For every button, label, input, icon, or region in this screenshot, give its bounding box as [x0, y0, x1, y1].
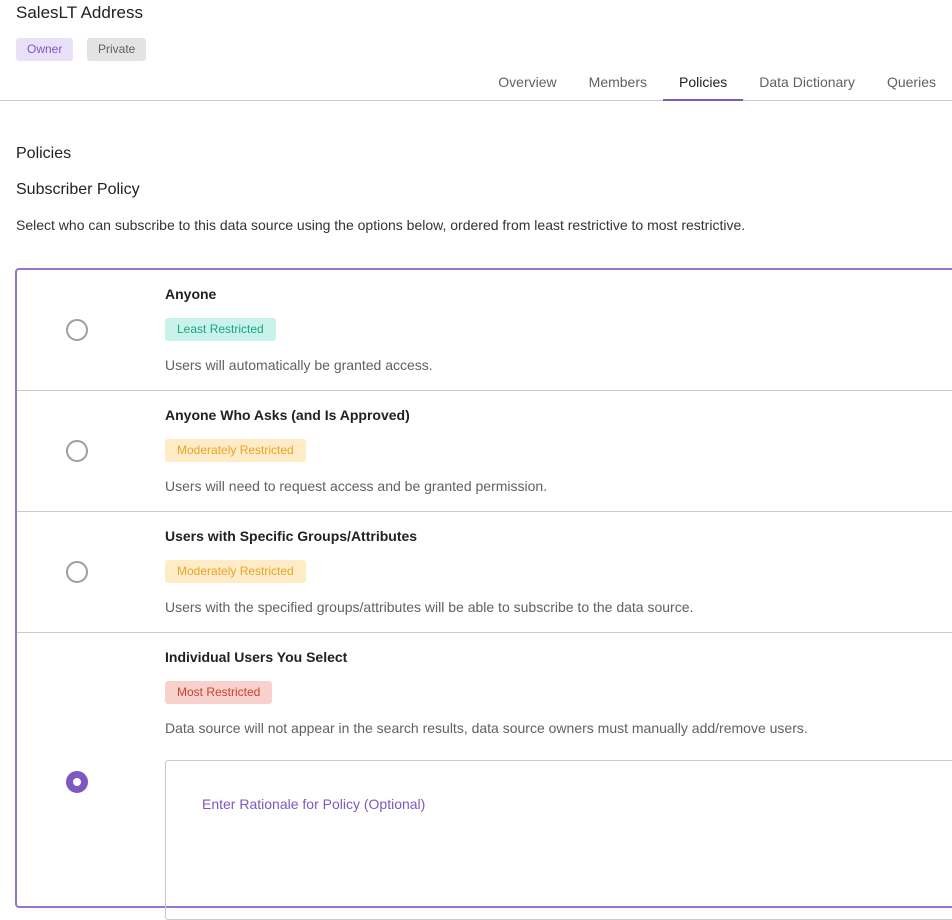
- option-specific-groups[interactable]: Users with Specific Groups/Attributes Mo…: [17, 512, 952, 633]
- private-badge: Private: [87, 38, 147, 61]
- option-title: Users with Specific Groups/Attributes: [165, 528, 418, 544]
- tab-bar: Overview Members Policies Data Dictionar…: [482, 66, 952, 101]
- option-title: Anyone: [165, 286, 217, 302]
- most-restricted-badge: Most Restricted: [165, 681, 273, 704]
- radio-button-selected[interactable]: [66, 771, 88, 793]
- option-description: Users with the specified groups/attribut…: [165, 599, 694, 615]
- option-description: Data source will not appear in the searc…: [165, 720, 808, 736]
- page-title: SalesLT Address: [16, 3, 143, 22]
- option-anyone-who-asks[interactable]: Anyone Who Asks (and Is Approved) Modera…: [17, 391, 952, 512]
- option-description: Users will need to request access and be…: [165, 478, 548, 494]
- least-restricted-badge: Least Restricted: [165, 318, 276, 341]
- option-title: Individual Users You Select: [165, 649, 348, 665]
- policy-options-card: Anyone Least Restricted Users will autom…: [15, 268, 952, 920]
- tab-members[interactable]: Members: [573, 66, 663, 101]
- rationale-textarea[interactable]: Enter Rationale for Policy (Optional): [165, 760, 952, 920]
- tab-policies[interactable]: Policies: [663, 66, 744, 101]
- moderately-restricted-badge: Moderately Restricted: [165, 560, 306, 583]
- rationale-label: Enter Rationale for Policy (Optional): [202, 796, 426, 812]
- policy-description: Select who can subscribe to this data so…: [16, 217, 746, 233]
- moderately-restricted-badge: Moderately Restricted: [165, 439, 306, 462]
- option-description: Users will automatically be granted acce…: [165, 357, 433, 373]
- radio-button[interactable]: [66, 440, 88, 462]
- tab-queries[interactable]: Queries: [871, 66, 952, 101]
- tab-overview[interactable]: Overview: [482, 66, 572, 101]
- subsection-title: Subscriber Policy: [16, 181, 140, 198]
- tab-data-dictionary[interactable]: Data Dictionary: [743, 66, 871, 101]
- radio-button[interactable]: [66, 561, 88, 583]
- page-header: SalesLT Address Owner Private Overview M…: [0, 0, 952, 101]
- owner-badge: Owner: [16, 38, 74, 61]
- radio-button[interactable]: [66, 319, 88, 341]
- option-anyone[interactable]: Anyone Least Restricted Users will autom…: [17, 270, 952, 391]
- section-title: Policies: [16, 145, 72, 162]
- option-title: Anyone Who Asks (and Is Approved): [165, 407, 410, 423]
